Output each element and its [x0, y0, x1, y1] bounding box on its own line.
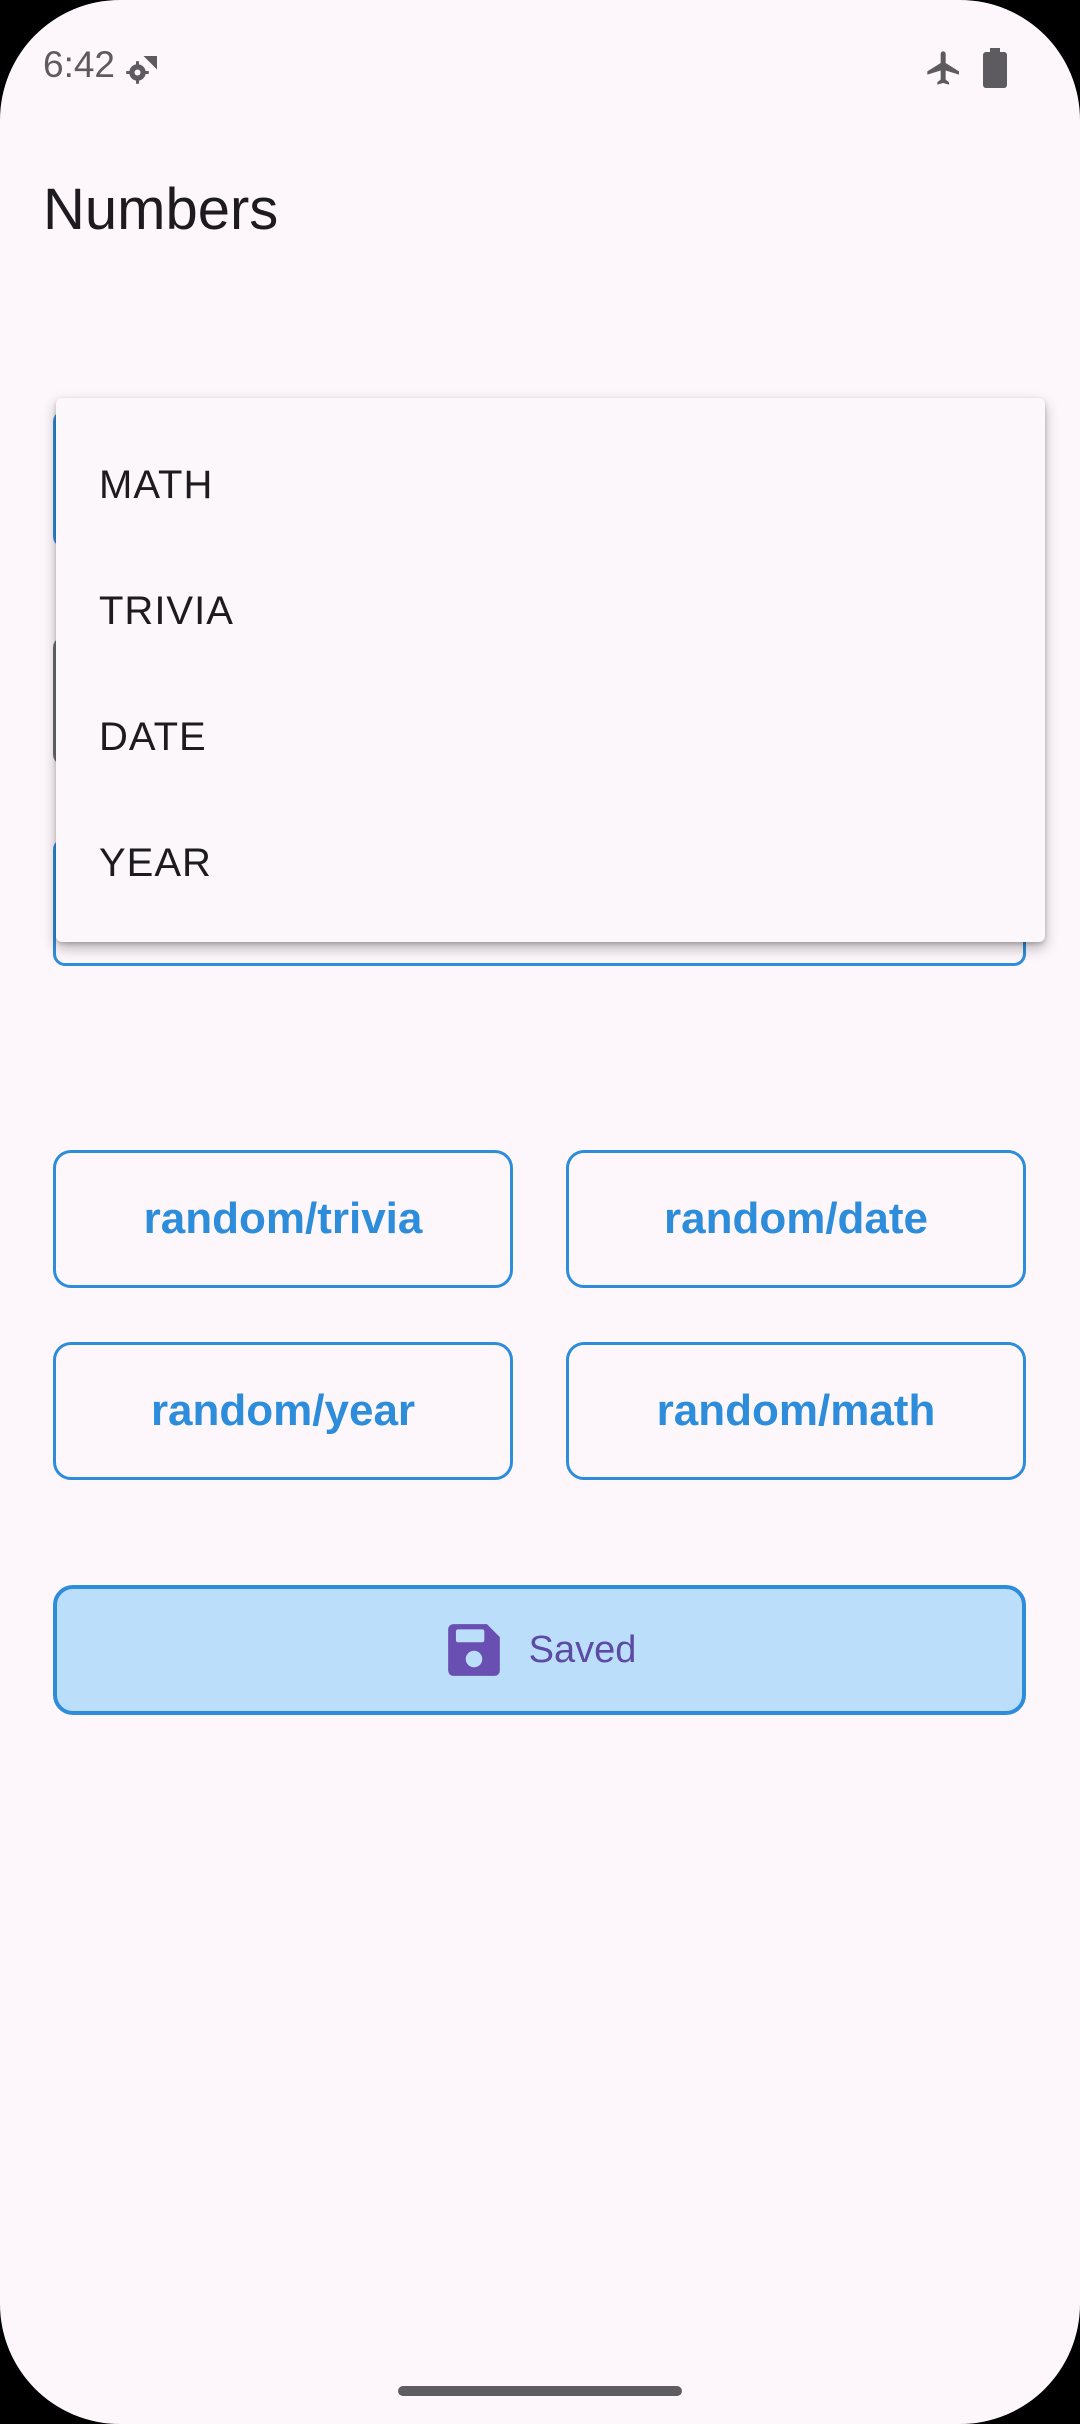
- random-year-button[interactable]: random/year: [53, 1342, 513, 1480]
- menu-item-trivia[interactable]: TRIVIA: [56, 548, 1045, 674]
- status-time: 6:42: [43, 44, 116, 85]
- random-trivia-button[interactable]: random/trivia: [53, 1150, 513, 1288]
- saved-button-label: Saved: [528, 1628, 637, 1671]
- airplane-icon: [927, 51, 959, 85]
- menu-item-date[interactable]: DATE: [56, 674, 1045, 800]
- random-math-button[interactable]: random/math: [566, 1342, 1026, 1480]
- menu-item-year[interactable]: YEAR: [56, 800, 1045, 926]
- settings-wifi-icon: [126, 56, 157, 84]
- floppy-disk-icon: [447, 1624, 500, 1676]
- page-title: Numbers: [43, 177, 279, 242]
- battery-icon: [983, 48, 1007, 88]
- menu-item-math[interactable]: MATH: [56, 422, 1045, 548]
- random-date-button[interactable]: random/date: [566, 1150, 1026, 1288]
- gesture-nav-bar[interactable]: [398, 2386, 682, 2396]
- category-dropdown-menu: MATH TRIVIA DATE YEAR: [56, 398, 1045, 942]
- app-screen: 6:42 Numbers MATH TRIVIA DATE YEAR rando…: [0, 0, 1080, 2424]
- saved-button[interactable]: Saved: [53, 1585, 1026, 1715]
